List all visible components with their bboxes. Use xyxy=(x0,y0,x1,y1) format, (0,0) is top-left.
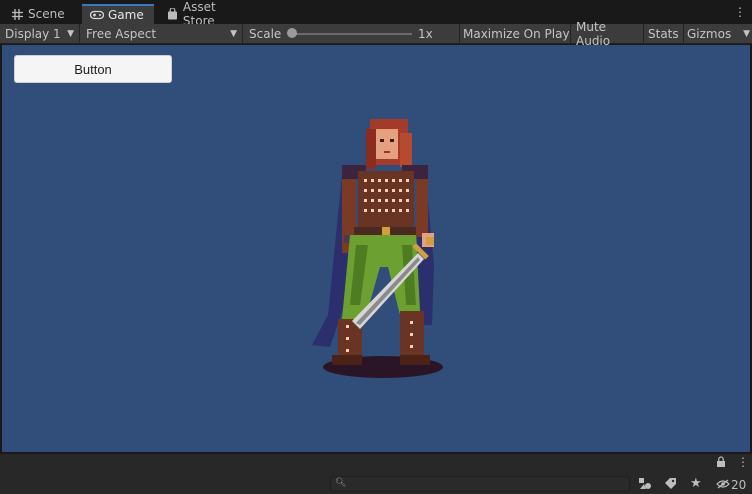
search-icon: 🔍︎ xyxy=(335,478,347,488)
label-tag-icon[interactable] xyxy=(664,477,677,493)
game-viewport[interactable]: Button xyxy=(2,45,750,452)
stats-toggle[interactable]: Stats xyxy=(645,24,684,44)
tab-game[interactable]: Game xyxy=(82,4,154,24)
tab-asset-store[interactable]: Asset Store xyxy=(158,0,254,28)
status-bar: ⋮ 🔍︎ ★ 20 xyxy=(0,453,752,494)
lock-icon[interactable] xyxy=(716,456,726,470)
chevron-down-icon: ▼ xyxy=(743,29,750,39)
hidden-count: 20 xyxy=(731,478,747,492)
scale-slider-track[interactable] xyxy=(292,33,412,35)
chevron-down-icon: ▼ xyxy=(230,29,237,39)
more-options-icon[interactable]: ⋮ xyxy=(737,455,749,469)
maximize-on-play-toggle[interactable]: Maximize On Play xyxy=(461,24,571,44)
scene-filter-icon[interactable] xyxy=(638,477,652,493)
chevron-down-icon: ▼ xyxy=(67,29,74,39)
tab-game-label: Game xyxy=(108,8,144,22)
aspect-dropdown-label: Free Aspect xyxy=(86,27,157,41)
scale-slider-handle[interactable] xyxy=(287,28,297,38)
game-toolbar: Display 1 ▼ Free Aspect ▼ Scale 1x Maxim… xyxy=(0,20,752,48)
bag-icon xyxy=(166,8,179,20)
gizmos-toggle[interactable]: Gizmos xyxy=(685,24,733,44)
tab-scene[interactable]: Scene xyxy=(2,4,80,24)
gamepad-icon xyxy=(90,10,104,20)
mute-audio-toggle[interactable]: Mute Audio xyxy=(572,20,644,48)
scale-value: 1x xyxy=(418,24,460,44)
display-dropdown[interactable]: Display 1 ▼ xyxy=(0,24,80,44)
display-dropdown-label: Display 1 xyxy=(5,27,61,41)
more-options-icon[interactable]: ⋮ xyxy=(734,6,746,18)
search-input[interactable]: 🔍︎ xyxy=(330,476,630,492)
tab-scene-label: Scene xyxy=(28,7,65,21)
hidden-packages-toggle[interactable]: 20 xyxy=(716,478,746,492)
pixel-character-sprite xyxy=(312,119,443,378)
aspect-dropdown[interactable]: Free Aspect ▼ xyxy=(81,24,243,44)
scale-label: Scale xyxy=(249,27,282,41)
favorites-star-icon[interactable]: ★ xyxy=(690,476,702,491)
gizmos-dropdown[interactable]: ▼ xyxy=(736,24,750,44)
ui-button[interactable]: Button xyxy=(14,55,172,83)
eye-hidden-icon xyxy=(716,478,730,492)
hash-icon xyxy=(10,8,24,20)
